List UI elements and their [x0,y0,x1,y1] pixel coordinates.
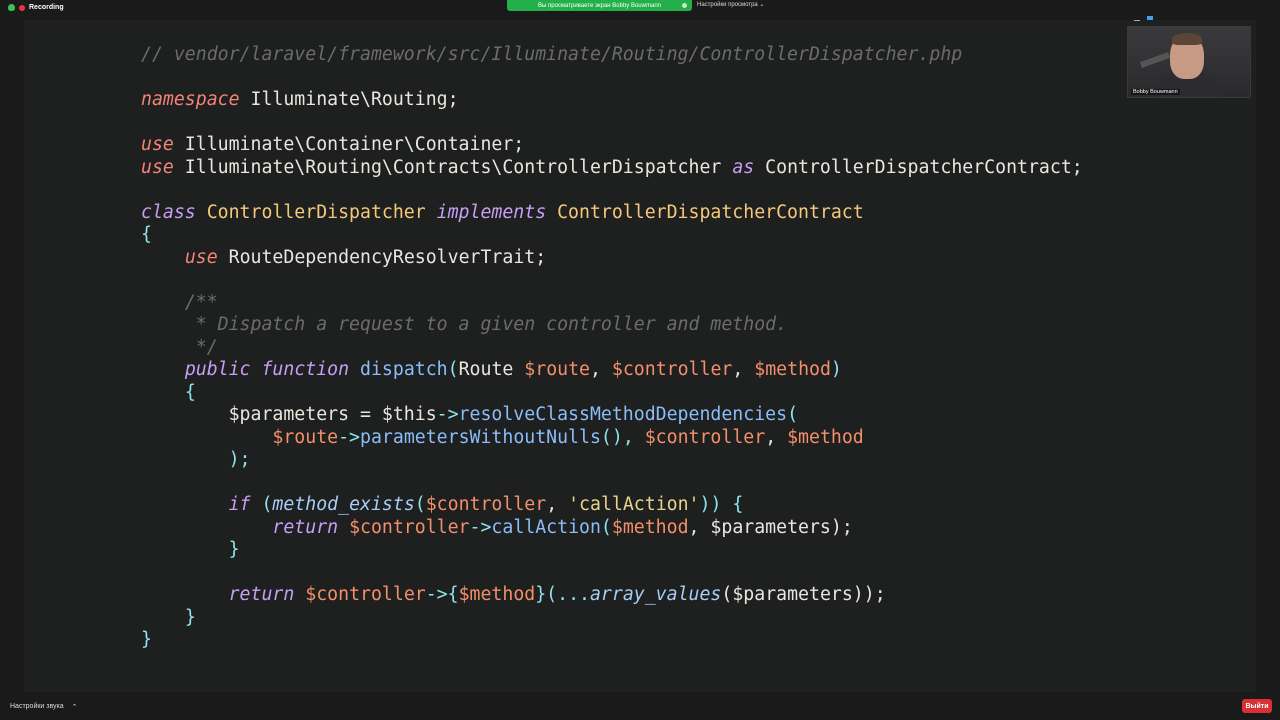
code-brace: } [228,539,240,560]
code-keyword: namespace [141,89,240,110]
bottom-toolbar: Настройки звука ⌃ [0,692,1280,720]
code-comment: */ [184,336,218,358]
code-brace: { [184,381,196,403]
code-text: ($parameters)); [721,584,886,605]
code-paren: )) { [699,494,744,515]
code-keyword: use [141,156,174,178]
code-function-name: array_values [589,584,722,605]
top-bar: Recording Вы просматриваете экран Bobby … [0,0,1280,20]
code-function-name: parametersWithoutNulls [360,426,601,448]
code-keyword: return [272,516,339,538]
code-keyword: implements [436,201,547,223]
code-keyword: class [141,201,196,223]
code-brace: { [141,224,152,245]
record-dot-icon [19,4,25,11]
microphone-arm [1139,52,1171,68]
screen-share-banner: Вы просматриваете экран Bobby Bouwmann [507,0,692,11]
code-text: Illuminate\Routing\Contracts\ControllerD… [173,156,733,178]
share-banner-text: Вы просматриваете экран Bobby Bouwmann [538,2,661,9]
code-paren: ( [447,359,459,380]
code-paren: ( [414,494,426,515]
audio-settings-button[interactable]: Настройки звука ⌃ [10,703,78,711]
code-variable: $controller [305,584,426,605]
code-keyword: as [732,156,755,178]
code-operator: -> [338,426,361,448]
code-keyword: use [141,134,174,155]
code-text: Illuminate\Routing; [239,89,459,110]
code-variable: $controller [611,359,733,380]
participant-hair [1172,33,1202,45]
code-function-name: resolveClassMethodDependencies [458,404,788,425]
code-operator: -> [436,404,459,425]
code-function-name: method_exists [272,494,415,515]
code-text: RouteDependencyResolverTrait; [217,246,547,268]
code-comment: * Dispatch a request to a given controll… [184,314,788,335]
code-text: , [732,359,755,380]
code-class-name: ControllerDispatcherContract [557,201,864,223]
exit-button[interactable]: Выйти [1242,699,1272,713]
code-operator: ->{ [425,584,459,605]
code-comment: /** [184,291,218,313]
shield-icon [682,3,687,8]
code-text: , [765,426,788,448]
code-keyword: use [184,246,218,268]
code-variable: $method [787,426,864,448]
code-keyword: if [228,494,251,515]
chevron-up-icon: ⌃ [71,704,78,711]
code-brace: } [141,629,152,650]
code-operator: }(... [535,584,590,605]
audio-settings-label: Настройки звука [10,703,64,710]
code-editor: // vendor/laravel/framework/src/Illumina… [141,44,1083,652]
code-variable: $route [272,426,339,448]
code-variable: $method [611,516,689,538]
view-options-button[interactable]: Настройки просмотра ⌄ [697,1,764,8]
code-variable: $controller [644,426,766,448]
code-variable: $route [524,359,590,380]
code-paren: ( [787,404,799,425]
code-paren: ( [600,516,612,538]
code-keyword: public [184,359,251,380]
code-text: ControllerDispatcherContract; [754,156,1083,178]
shield-icon [8,4,15,11]
code-paren: ); [228,449,251,470]
code-variable: $method [458,584,536,605]
code-variable: $controller [349,516,470,538]
code-brace: } [184,606,196,628]
code-keyword: function [261,359,350,380]
code-function-name: dispatch [360,359,448,380]
code-function-name: callAction [491,516,601,538]
code-operator: -> [469,516,492,538]
code-variable: $method [754,359,831,380]
code-text: , [590,359,612,380]
code-keyword: return [228,584,295,605]
recording-indicator[interactable]: Recording [8,4,64,11]
participant-name: Bobby Bouwmann [1131,89,1180,95]
code-text: , $parameters); [688,516,853,538]
participant-video[interactable]: Bobby Bouwmann [1127,26,1251,98]
code-paren: ) [830,359,842,380]
code-class-name: ControllerDispatcher [206,201,426,223]
code-text: Illuminate\Container\Container; [173,134,525,155]
code-variable: $controller [425,494,547,515]
code-comment: // vendor/laravel/framework/src/Illumina… [141,44,963,65]
code-text: $parameters = $this [228,404,437,425]
code-text: , [546,494,569,515]
code-paren: (), [600,426,645,448]
code-paren: ( [250,494,273,515]
view-mode-icon[interactable] [1147,16,1153,20]
recording-label: Recording [29,4,64,11]
code-type: Route [458,359,525,380]
code-string: 'callAction' [568,494,700,515]
video-window-controls [1134,16,1153,21]
minimize-icon[interactable] [1134,20,1140,21]
